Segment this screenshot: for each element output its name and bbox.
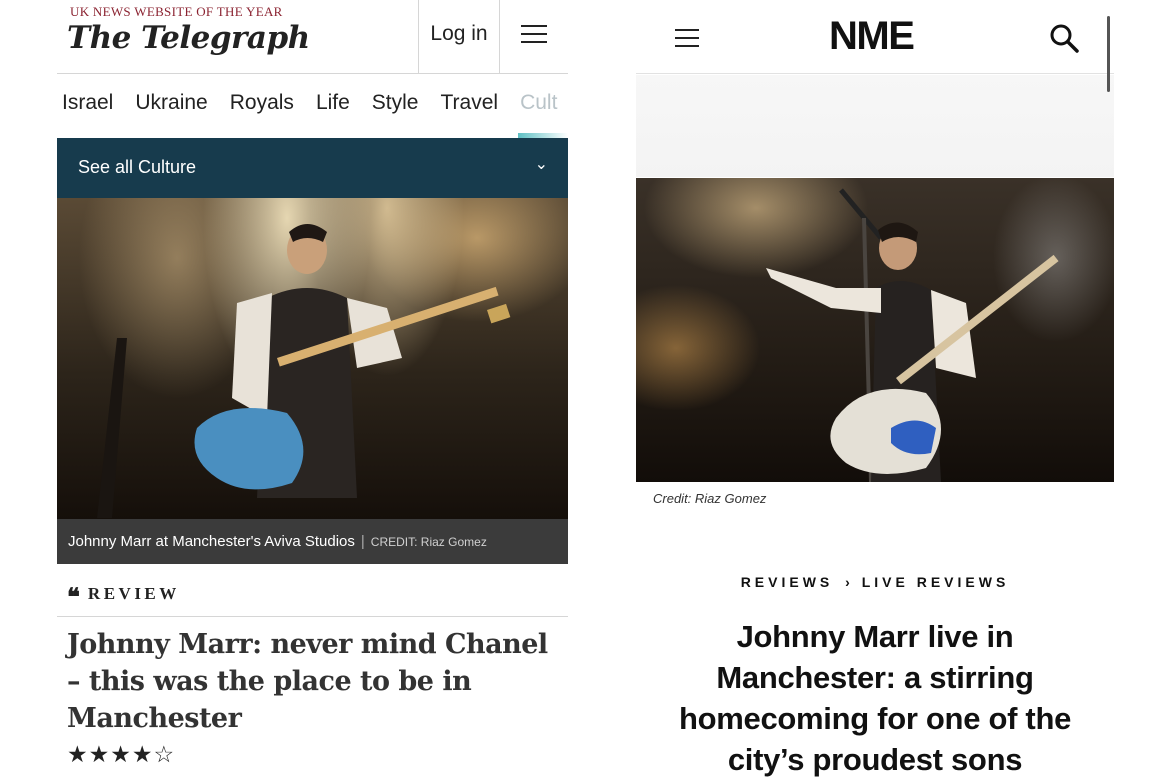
hamburger-icon (521, 25, 547, 43)
nme-logo[interactable]: NME (829, 14, 915, 59)
nav-item-ukraine[interactable]: Ukraine (135, 91, 207, 115)
star-rating: ★★★★☆ (67, 742, 176, 768)
photo-credit: Credit: Riaz Gomez (653, 491, 767, 506)
hamburger-icon (675, 29, 699, 47)
telegraph-page: UK NEWS WEBSITE OF THE YEAR The Telegrap… (57, 0, 568, 781)
review-label: ❝ REVIEW (67, 584, 180, 611)
nav-item-royals[interactable]: Royals (230, 91, 294, 115)
nav-item-israel[interactable]: Israel (62, 91, 113, 115)
photo-credit: CREDIT: Riaz Gomez (370, 534, 487, 549)
telegraph-header: UK NEWS WEBSITE OF THE YEAR The Telegrap… (57, 0, 568, 74)
telegraph-logo[interactable]: The Telegraph (67, 20, 310, 56)
guitarist-silhouette (97, 224, 511, 518)
ad-placeholder (636, 75, 1114, 177)
scrollbar[interactable] (1107, 16, 1110, 92)
quote-icon: ❝ (67, 585, 80, 611)
nav-item-culture[interactable]: Cult (520, 91, 557, 115)
see-all-culture-label: See all Culture (78, 157, 197, 177)
award-tagline: UK NEWS WEBSITE OF THE YEAR (70, 4, 283, 19)
breadcrumb: REVIEWS › LIVE REVIEWS (636, 574, 1114, 590)
nme-page: NME Credit: Riaz Gomez REVIEWS › LIVE RE… (636, 0, 1114, 781)
breadcrumb-separator: › (845, 574, 850, 590)
divider (57, 616, 568, 617)
nme-menu-button[interactable] (675, 29, 699, 47)
search-button[interactable] (1048, 22, 1080, 54)
login-button[interactable]: Log in (418, 0, 499, 74)
see-all-culture-dropdown[interactable]: See all Culture ⌄ (57, 138, 568, 198)
guitarist-silhouette (766, 188, 1059, 482)
caption-separator: | (360, 533, 365, 550)
telegraph-menu-button[interactable] (499, 0, 568, 74)
nav-item-travel[interactable]: Travel (440, 91, 498, 115)
photo-caption: Johnny Marr at Manchester's Aviva Studio… (57, 519, 568, 564)
hero-photo: i (57, 198, 568, 519)
section-nav: Israel Ukraine Royals Life Style Travel … (57, 75, 568, 138)
article-headline: Johnny Marr live in Manchester: a stirri… (678, 619, 1072, 777)
chevron-down-icon: ⌄ (534, 156, 548, 173)
caption-text: Johnny Marr at Manchester's Aviva Studio… (68, 533, 355, 550)
nme-header: NME (636, 0, 1114, 74)
search-icon (1050, 24, 1079, 53)
breadcrumb-live-reviews[interactable]: LIVE REVIEWS (862, 574, 1010, 590)
nav-item-style[interactable]: Style (372, 91, 419, 115)
article-headline: Johnny Marr: never mind Chanel – this wa… (67, 629, 548, 734)
hero-photo (636, 178, 1114, 482)
nav-item-life[interactable]: Life (316, 91, 350, 115)
section-nav-list: Israel Ukraine Royals Life Style Travel … (62, 91, 557, 115)
review-text: REVIEW (87, 584, 180, 603)
breadcrumb-reviews[interactable]: REVIEWS (741, 574, 834, 590)
login-label: Log in (430, 22, 488, 45)
